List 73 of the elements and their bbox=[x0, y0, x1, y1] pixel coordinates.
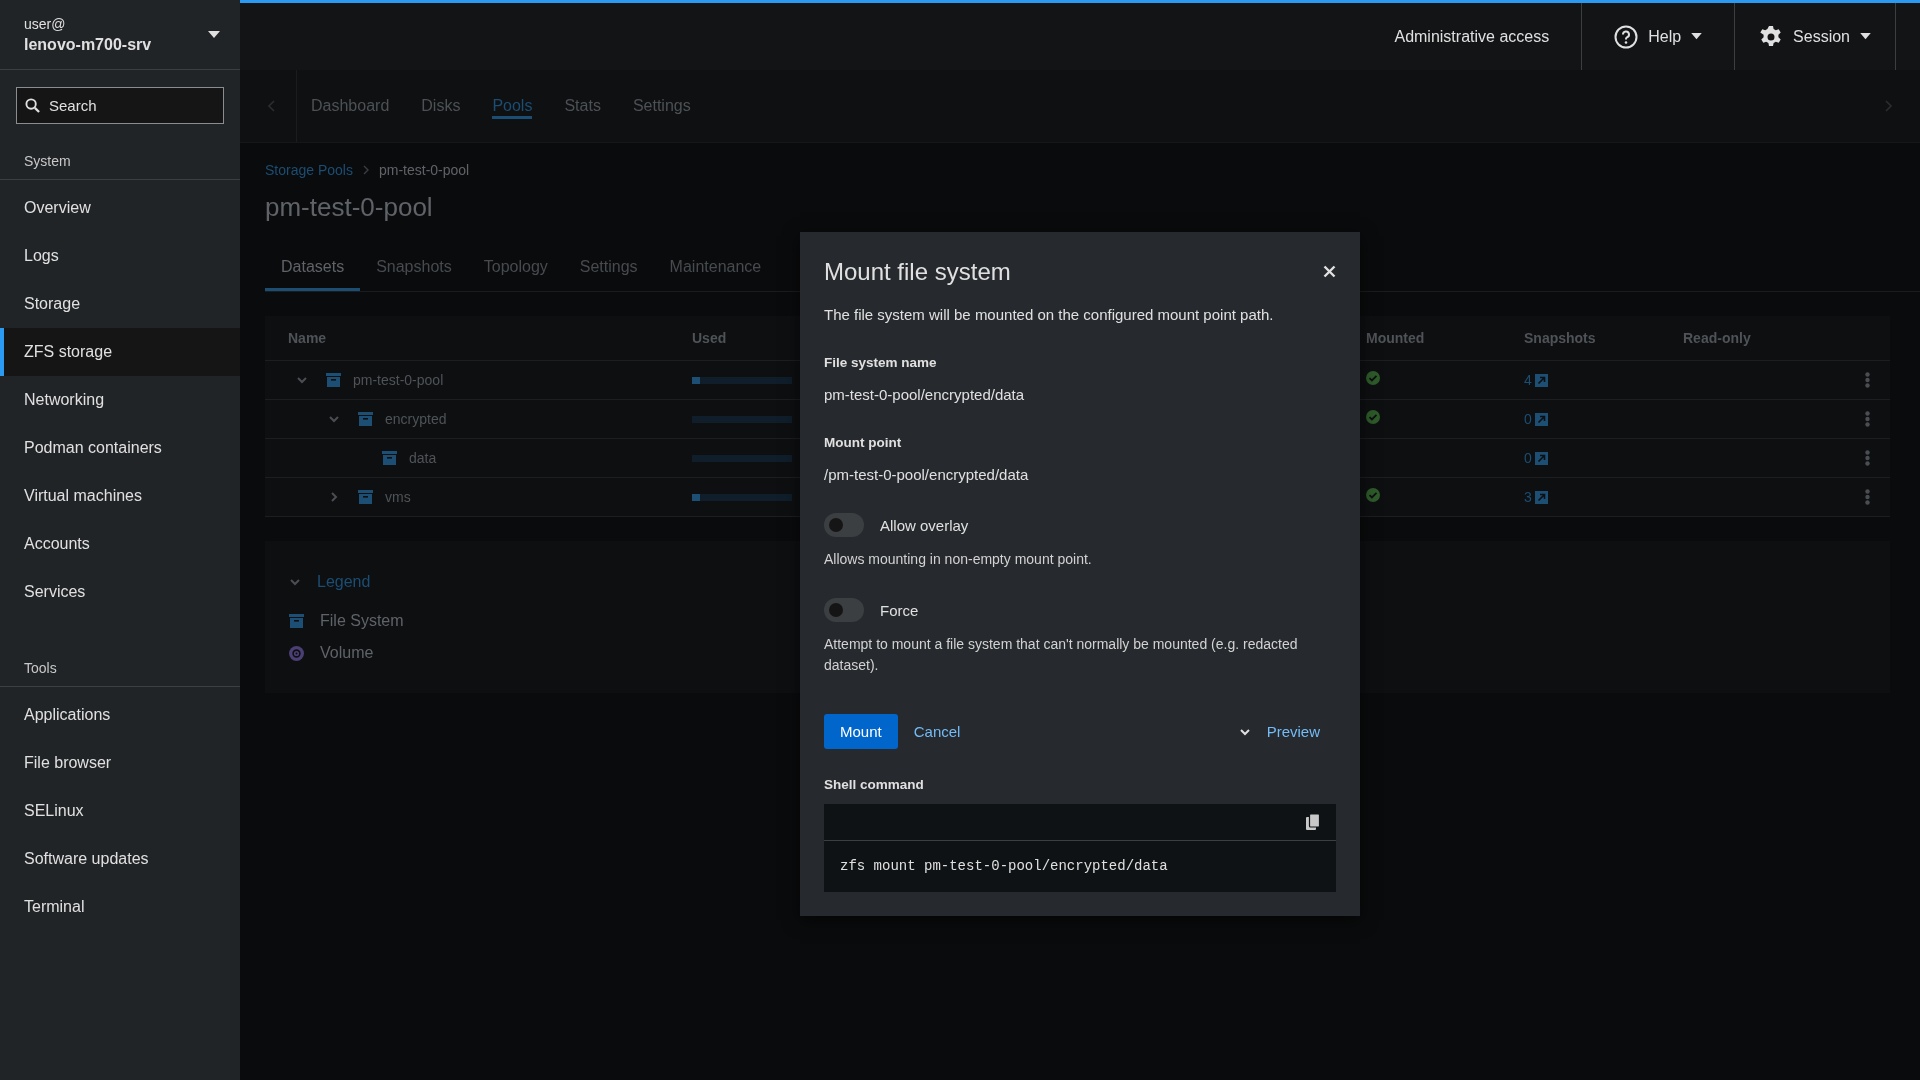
copy-icon[interactable] bbox=[1306, 814, 1320, 830]
gear-icon bbox=[1759, 24, 1784, 49]
host-name: lenovo-m700-srv bbox=[24, 35, 153, 54]
close-icon[interactable] bbox=[1323, 264, 1336, 278]
dialog-description: The file system will be mounted on the configured mount point path. bbox=[824, 306, 1275, 323]
toggle-label: Force bbox=[880, 601, 919, 619]
sidebar-item[interactable]: Logs bbox=[0, 232, 240, 280]
scroll-right-icon[interactable] bbox=[1884, 100, 1892, 112]
sidebar-item[interactable]: Accounts bbox=[0, 520, 240, 568]
sidebar-item[interactable]: SELinux bbox=[0, 787, 240, 835]
field-label: File system name bbox=[824, 355, 938, 370]
search-field[interactable]: Search bbox=[16, 87, 224, 124]
external-link-icon bbox=[1534, 490, 1548, 504]
shell-command-label: Shell command bbox=[824, 777, 925, 792]
breadcrumb-current: pm-test-0-pool bbox=[378, 162, 470, 178]
toggle-switch[interactable] bbox=[824, 513, 864, 537]
sidebar-item[interactable]: ZFS storage bbox=[0, 328, 240, 376]
sidebar-item[interactable]: Podman containers bbox=[0, 424, 240, 472]
archive-icon bbox=[382, 451, 397, 465]
section-heading: System bbox=[0, 153, 240, 180]
toggle-help-text: Attempt to mount a file system that can't normally be mounted (e.g. redacted dataset). bbox=[824, 635, 1299, 675]
mount-button[interactable]: Mount bbox=[824, 714, 898, 749]
sidebar-item[interactable]: Terminal bbox=[0, 883, 240, 931]
search-icon bbox=[25, 98, 40, 113]
column-header: Used bbox=[692, 330, 728, 346]
archive-icon bbox=[358, 490, 373, 504]
sidebar-item[interactable]: Networking bbox=[0, 376, 240, 424]
column-header: Name bbox=[288, 330, 328, 346]
sidebar-item[interactable]: Overview bbox=[0, 184, 240, 232]
column-header: Mounted bbox=[1366, 330, 1426, 346]
sidebar-item[interactable]: Virtual machines bbox=[0, 472, 240, 520]
cancel-button[interactable]: Cancel bbox=[897, 715, 977, 748]
chevron-right-icon bbox=[362, 165, 369, 175]
shell-command: zfs mount pm-test-0-pool/encrypted/data bbox=[839, 857, 1169, 876]
external-link-icon bbox=[1534, 412, 1548, 426]
column-header: Read-only bbox=[1683, 330, 1752, 346]
archive-icon bbox=[289, 614, 304, 628]
column-header: Snapshots bbox=[1524, 330, 1597, 346]
caret-icon bbox=[1691, 33, 1703, 40]
caret-icon bbox=[1860, 33, 1871, 40]
admin-access-button[interactable]: Administrative access bbox=[1362, 3, 1582, 70]
toggle-switch[interactable] bbox=[824, 598, 864, 622]
dialog-title: Mount file system bbox=[824, 258, 1011, 286]
field-value: /pm-test-0-pool/encrypted/data bbox=[824, 466, 1030, 483]
legend-label: File System bbox=[320, 612, 404, 630]
chevron-right-icon[interactable] bbox=[328, 491, 340, 503]
scroll-left-icon[interactable] bbox=[268, 100, 276, 112]
archive-icon bbox=[358, 412, 373, 426]
field-label: Mount point bbox=[824, 435, 903, 450]
sidebar-item[interactable]: Services bbox=[0, 568, 240, 616]
kebab-menu-icon[interactable] bbox=[1865, 411, 1870, 427]
archive-icon bbox=[326, 373, 341, 387]
sidebar-item[interactable]: Software updates bbox=[0, 835, 240, 883]
legend-label: Volume bbox=[320, 644, 374, 662]
kebab-menu-icon[interactable] bbox=[1865, 489, 1870, 505]
section-heading: Tools bbox=[0, 660, 240, 687]
kebab-menu-icon[interactable] bbox=[1865, 450, 1870, 466]
external-link-icon bbox=[1534, 373, 1548, 387]
sidebar-item[interactable]: Storage bbox=[0, 280, 240, 328]
external-link-icon bbox=[1534, 451, 1548, 465]
pool-tab[interactable]: Datasets bbox=[265, 246, 361, 291]
toggle-help-text: Allows mounting in non-empty mount point. bbox=[824, 550, 1093, 569]
sidebar-item[interactable]: Applications bbox=[0, 691, 240, 739]
toggle-label: Allow overlay bbox=[880, 516, 969, 534]
caret-icon[interactable] bbox=[208, 30, 220, 39]
help-icon bbox=[1614, 24, 1639, 49]
sidebar-item[interactable]: File browser bbox=[0, 739, 240, 787]
disc-icon bbox=[289, 645, 304, 661]
preview-toggle[interactable]: Preview bbox=[1250, 715, 1336, 748]
kebab-menu-icon[interactable] bbox=[1865, 372, 1870, 388]
field-value: pm-test-0-pool/encrypted/data bbox=[824, 386, 1026, 403]
user-label: user@ bbox=[24, 15, 67, 32]
page-title: pm-test-0-pool bbox=[265, 192, 434, 223]
